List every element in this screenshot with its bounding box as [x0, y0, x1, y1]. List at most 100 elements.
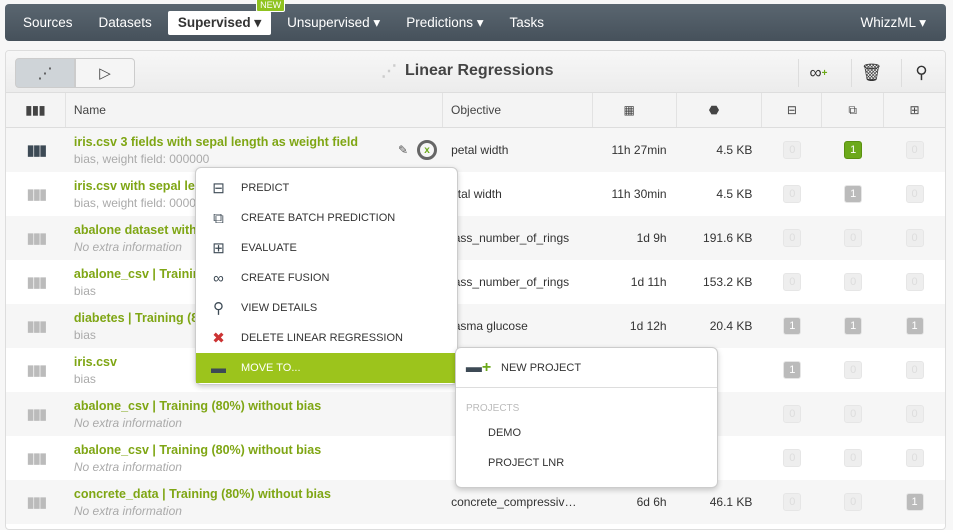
trash-icon[interactable]: 🗑 [851, 59, 891, 87]
projects-label: PROJECTS [466, 403, 520, 414]
menu-item-create-batch-prediction[interactable]: ⧉ CREATE BATCH PREDICTION [196, 203, 457, 233]
evaluations-icon[interactable]: ⊞ [884, 93, 945, 127]
linear-regression-icon: ▮▮▮ [26, 230, 48, 247]
menu-item-view-details[interactable]: ⚲ VIEW DETAILS [196, 293, 457, 323]
evaluations-count[interactable]: 0 [905, 361, 924, 379]
table-row[interactable]: ▮▮▮ diabetes | Training (80 bias lasma gl… [6, 304, 945, 348]
nav-sources[interactable]: Sources [13, 11, 83, 35]
evaluations-count[interactable]: 0 [905, 405, 924, 423]
evaluations-count[interactable]: 0 [905, 449, 924, 467]
nav-predictions[interactable]: Predictions ▾ [396, 11, 493, 35]
linear-regression-icon: ▮▮▮ [26, 494, 48, 511]
nav-tasks[interactable]: Tasks [500, 11, 555, 35]
batch-predictions-count[interactable]: 0 [844, 361, 863, 379]
model-name-link[interactable]: concrete_data | Training (80%) without b… [74, 487, 331, 501]
model-name-link[interactable]: abalone_csv | Training (80%) without bia… [74, 443, 321, 457]
batch-predictions-count[interactable]: 1 [844, 185, 863, 203]
model-name-link[interactable]: iris.csv with sepal len [74, 179, 203, 193]
predict-icon: ⊟ [212, 180, 225, 197]
menu-item-predict[interactable]: ⊟ PREDICT [196, 173, 457, 203]
table-header: ▮▮▮ Name Objective ▦ ⬣ ⊟ ⧉ ⊞ [6, 93, 945, 128]
model-name-link[interactable]: iris.csv [74, 355, 117, 369]
batch-predictions-count[interactable]: 0 [844, 229, 863, 247]
predictions-count[interactable]: 1 [783, 317, 802, 335]
menu-item-delete-linear-regression[interactable]: ✖ DELETE LINEAR REGRESSION [196, 323, 457, 353]
linear-regression-icon: ▮▮▮ [26, 318, 48, 335]
page-title-text: Linear Regressions [405, 62, 554, 79]
menu-item-create-fusion[interactable]: ∞ CREATE FUSION [196, 263, 457, 293]
project-lnr[interactable]: PROJECT LNR [456, 448, 717, 478]
menu-item-label: EVALUATE [241, 242, 297, 254]
name-header[interactable]: Name [66, 93, 444, 127]
objective-cell: lass_number_of_rings [451, 275, 570, 289]
model-info: No extra information [73, 415, 182, 430]
model-name-link[interactable]: diabetes | Training (80 [74, 311, 205, 325]
age-cell: 1d 9h [636, 231, 667, 245]
table-row[interactable]: ▮▮▮ abalone dataset witho No extra inform… [6, 216, 945, 260]
objective-header[interactable]: Objective [443, 93, 593, 127]
table-row[interactable]: ▮▮▮ iris.csv 3 fields with sepal length … [6, 128, 945, 172]
delete-icon: ✖ [212, 330, 225, 347]
menu-item-evaluate[interactable]: ⊞ EVALUATE [196, 233, 457, 263]
nav-supervised[interactable]: Supervised ▾ NEW [167, 0, 286, 35]
predictions-count[interactable]: 0 [783, 405, 802, 423]
new-project-item[interactable]: ▬+ NEW PROJECT [456, 348, 717, 388]
tree-view-icon[interactable]: ▷ [75, 58, 135, 88]
fusion-add-icon[interactable]: ∞ + [798, 59, 838, 87]
batch-prediction-icon: ⧉ [213, 209, 224, 227]
calendar-icon[interactable]: ▦ [593, 93, 677, 127]
size-cell: 191.6 KB [703, 231, 753, 245]
model-name-link[interactable]: abalone dataset witho [74, 223, 205, 237]
batch-predictions-count[interactable]: 0 [844, 273, 863, 291]
model-info: bias, weight field: 0000 [73, 195, 196, 210]
predictions-icon[interactable]: ⊟ [762, 93, 823, 127]
linear-regression-icon: ▮▮▮ [26, 362, 48, 379]
batch-predictions-count[interactable]: 1 [844, 141, 863, 159]
evaluations-count[interactable]: 0 [905, 185, 924, 203]
batch-predictions-count[interactable]: 0 [844, 493, 863, 511]
context-menu: ⊟ PREDICT ⧉ CREATE BATCH PREDICTION ⊞ EVALUAT… [195, 167, 458, 385]
nav-supervised-label: Supervised ▾ [177, 14, 262, 30]
nav-unsupervised[interactable]: Unsupervised ▾ [277, 11, 390, 35]
age-cell: 11h 30min [611, 187, 667, 201]
linear-regression-icon: ▮▮▮ [26, 186, 48, 203]
evaluations-count[interactable]: 0 [905, 229, 924, 247]
predictions-count[interactable]: 0 [783, 449, 802, 467]
model-info: bias [73, 371, 96, 386]
batch-predictions-count[interactable]: 1 [844, 317, 863, 335]
type-column-icon[interactable]: ▮▮▮ [6, 93, 66, 127]
predictions-count[interactable]: 1 [783, 361, 802, 379]
project-demo[interactable]: DEMO [456, 418, 717, 448]
predictions-count[interactable]: 0 [783, 273, 802, 291]
menu-item-move-to[interactable]: ▬ MOVE TO... [196, 353, 457, 383]
table-row[interactable]: ▮▮▮ iris.csv with sepal len bias, weight … [6, 172, 945, 216]
predictions-count[interactable]: 0 [783, 493, 802, 511]
linear-regression-view-icon[interactable]: ⋰ [15, 58, 75, 88]
predictions-count[interactable]: 0 [783, 185, 802, 203]
model-info: No extra information [73, 239, 182, 254]
model-name-link[interactable]: abalone_csv | Training [74, 267, 208, 281]
batch-predictions-count[interactable]: 0 [844, 449, 863, 467]
page-title: ⋰ Linear Regressions [381, 61, 554, 81]
predictions-count[interactable]: 0 [783, 229, 802, 247]
edit-pencil-icon[interactable]: ✎ [398, 143, 408, 157]
linear-regression-icon: ▮▮▮ [26, 274, 48, 291]
size-cell: 4.5 KB [716, 143, 753, 157]
objective-cell: lass_number_of_rings [451, 231, 570, 245]
evaluations-count[interactable]: 1 [905, 493, 924, 511]
nav-datasets[interactable]: Datasets [89, 11, 162, 35]
model-name-link[interactable]: iris.csv 3 fields with sepal length as w… [74, 135, 358, 149]
model-info: bias, weight field: 000000 [73, 151, 210, 166]
model-name-link[interactable]: abalone_csv | Training (80%) without bia… [74, 399, 321, 413]
nav-whizzml[interactable]: WhizzML ▾ [850, 11, 936, 35]
batch-predictions-count[interactable]: 0 [844, 405, 863, 423]
search-icon[interactable]: ⚲ [901, 59, 941, 87]
size-weight-icon[interactable]: ⬣ [677, 93, 763, 127]
batch-predictions-icon[interactable]: ⧉ [822, 93, 885, 127]
actions-menu-icon[interactable]: x [417, 140, 438, 160]
evaluations-count[interactable]: 1 [905, 317, 924, 335]
evaluations-count[interactable]: 0 [905, 273, 924, 291]
evaluations-count[interactable]: 0 [905, 141, 924, 159]
table-row[interactable]: ▮▮▮ abalone_csv | Training bias lass_numb… [6, 260, 945, 304]
predictions-count[interactable]: 0 [783, 141, 802, 159]
